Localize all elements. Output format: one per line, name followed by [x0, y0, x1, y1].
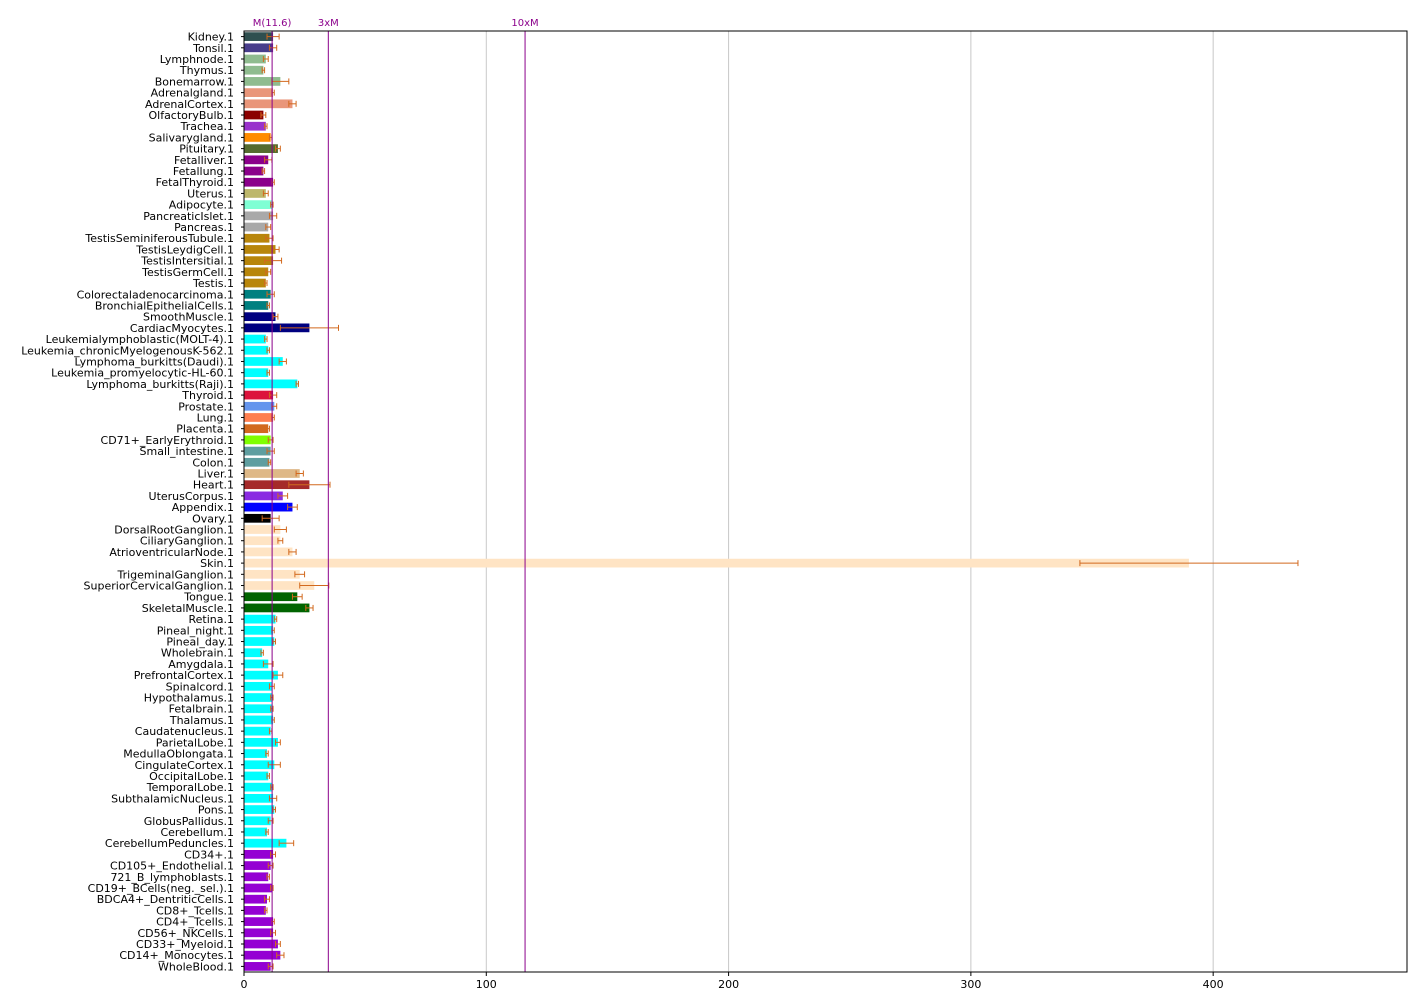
bar: [244, 121, 266, 131]
bar: [244, 502, 293, 512]
reference-lines: M(11.6) 3xM 10xM: [253, 18, 539, 972]
bar: [244, 805, 275, 814]
x-tick-label: 300: [960, 978, 981, 991]
bar: [244, 65, 264, 75]
bar: [244, 245, 276, 254]
bar: [244, 950, 281, 960]
bar: [244, 368, 269, 378]
bar: [244, 312, 276, 322]
bar: [244, 883, 272, 893]
bar: [244, 133, 271, 142]
bar: [244, 782, 272, 792]
category-label: WholeBlood.1: [158, 960, 234, 973]
reference-line-label: 3xM: [318, 18, 339, 29]
bar: [244, 222, 269, 232]
bar: [244, 928, 274, 938]
bar: [244, 614, 276, 624]
bar: [244, 648, 263, 658]
reference-line-label: 10xM: [511, 18, 538, 29]
bar: [244, 637, 275, 646]
bar: [244, 850, 274, 859]
bar: [244, 390, 274, 400]
bar: [244, 189, 266, 198]
plot-frame: [243, 30, 1408, 973]
bar: [244, 88, 274, 97]
bar: [244, 906, 266, 915]
bar: [244, 726, 271, 736]
bar: [244, 200, 272, 210]
bar: [244, 144, 278, 153]
bar: [244, 267, 269, 277]
category-labels: Kidney.1Tonsil.1Lymphnode.1Thymus.1Bonem…: [21, 31, 244, 973]
bar: [244, 278, 266, 288]
bar: [244, 99, 293, 109]
bar: [244, 491, 283, 501]
bar: [244, 962, 271, 971]
bar: [244, 379, 298, 389]
bar: [244, 592, 298, 602]
x-axis-ticks: 0 100 200 300 400: [241, 972, 1224, 991]
x-tick-label: 0: [241, 978, 248, 991]
bar: [244, 625, 274, 635]
bar: [244, 771, 269, 781]
bar: [244, 54, 266, 64]
bar: [244, 558, 1189, 568]
bars: [244, 32, 1189, 971]
bar: [244, 301, 269, 310]
bar: [244, 166, 264, 176]
bar: [244, 345, 269, 355]
bar: [244, 211, 274, 221]
bar: [244, 894, 268, 904]
x-tick-label: 100: [476, 978, 497, 991]
bar: [244, 43, 274, 53]
bar: [244, 536, 281, 546]
reference-line-label: M(11.6): [253, 18, 292, 29]
bar: [244, 457, 270, 467]
bar: [244, 816, 271, 826]
bar-chart: M(11.6) 3xM 10xM Kidney.1Tonsil.1Lymphnode…: [21, 18, 1408, 991]
bar: [244, 681, 272, 691]
bar: [244, 939, 278, 949]
bar: [244, 401, 275, 411]
bar: [244, 693, 272, 702]
bar: [244, 547, 293, 557]
bar: [244, 435, 271, 445]
bar: [244, 872, 269, 882]
bar: [244, 413, 274, 422]
bar: [244, 424, 269, 434]
x-tick-label: 400: [1203, 978, 1224, 991]
bar: [244, 357, 283, 366]
bar: [244, 861, 271, 870]
bar: [244, 737, 278, 747]
bar: [244, 603, 310, 613]
grid-lines: [485, 31, 1214, 972]
x-tick-label: 200: [718, 978, 739, 991]
bar: [244, 177, 274, 187]
bar: [244, 749, 268, 758]
bar: [244, 334, 266, 344]
bar: [244, 793, 274, 803]
bar: [244, 917, 274, 926]
error-bars: [260, 33, 1299, 970]
bar: [244, 827, 268, 837]
bar: [244, 715, 274, 725]
bar: [244, 704, 272, 714]
